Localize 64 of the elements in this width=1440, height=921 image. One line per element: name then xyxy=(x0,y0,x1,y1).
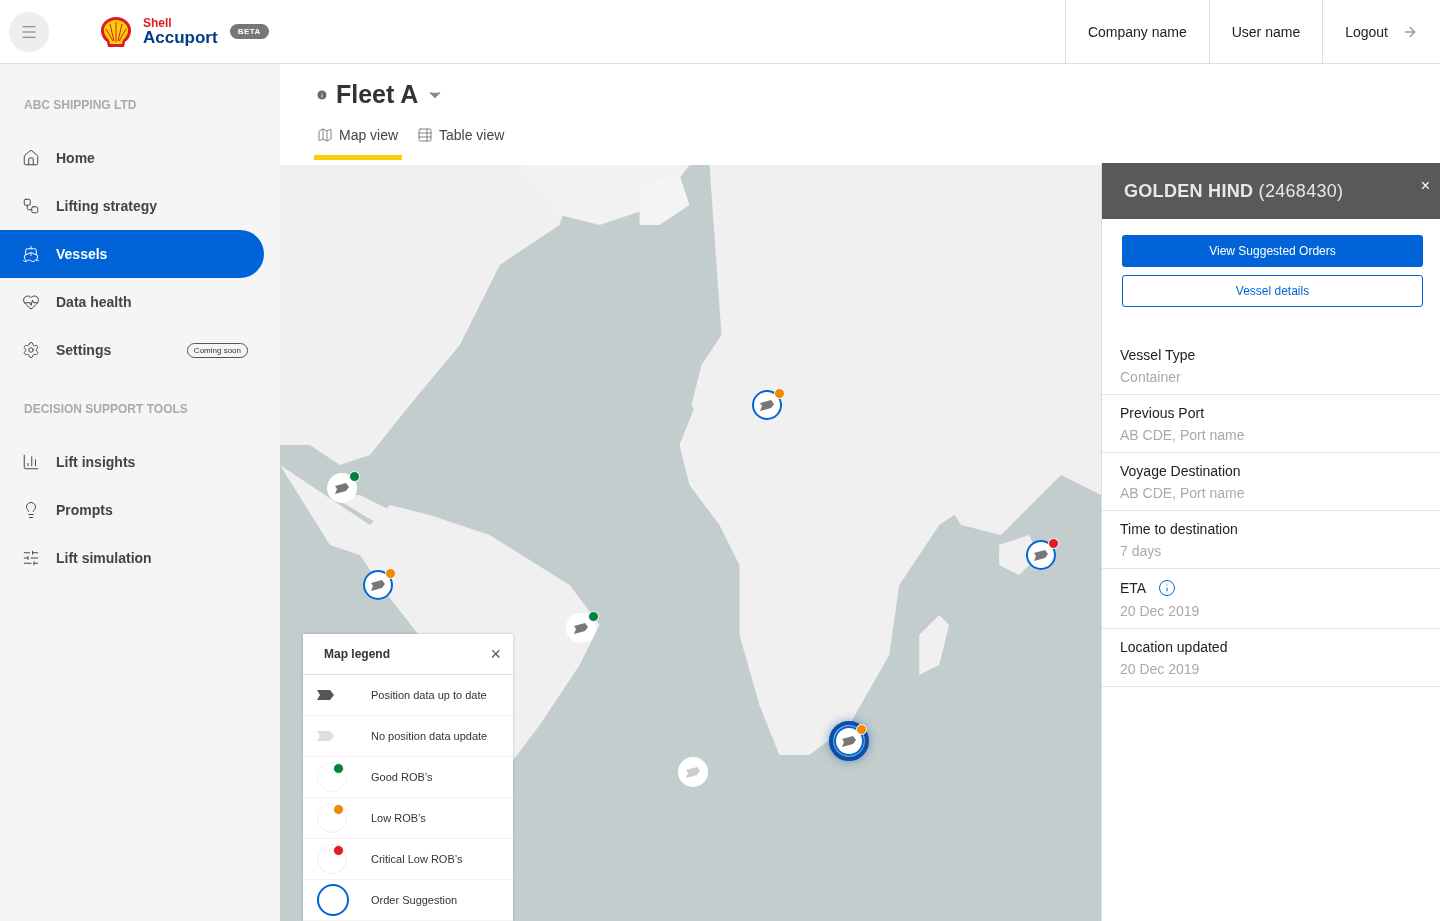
vessel-icon xyxy=(685,765,701,779)
table-icon xyxy=(417,127,433,143)
logo-brand: Shell xyxy=(143,17,173,29)
close-button[interactable]: × xyxy=(490,645,501,663)
nav-icon xyxy=(22,341,40,359)
vessel-title: GOLDEN HIND (2468430) xyxy=(1124,180,1344,202)
beta-badge: BETA xyxy=(229,24,269,39)
fleet-title: Fleet A xyxy=(336,80,419,109)
section-title: ABC SHIPPING LTD xyxy=(23,97,138,114)
close-button[interactable]: × xyxy=(1420,177,1430,195)
vessel-icon xyxy=(841,734,857,748)
sidebar-item[interactable]: Lifting strategy xyxy=(0,182,264,230)
field-label: Vessel Type xyxy=(1120,347,1196,363)
view-tab[interactable]: Table view xyxy=(414,123,508,160)
legend-label: Order Suggestion xyxy=(371,894,458,906)
info-icon[interactable] xyxy=(1158,579,1177,597)
vessel-icon xyxy=(370,578,386,592)
header-link[interactable]: User name xyxy=(1208,0,1323,63)
ring-icon xyxy=(317,884,349,916)
legend-title: Map legend xyxy=(324,647,390,661)
sidebar-item[interactable]: Settings Coming soon xyxy=(0,326,264,374)
vessel-icon xyxy=(573,621,589,635)
suggested-orders-button[interactable]: View Suggested Orders xyxy=(1122,235,1423,267)
field-label: ETA xyxy=(1120,580,1147,596)
sidebar-item[interactable]: Lift insights xyxy=(0,438,264,486)
nav-icon xyxy=(22,549,40,567)
field-label: Voyage Destination xyxy=(1120,463,1241,479)
legend-label: Position data up to date xyxy=(371,689,487,701)
view-tab[interactable]: Map view xyxy=(314,123,402,160)
nav-icon xyxy=(22,197,40,215)
legend-label: Critical Low ROB’s xyxy=(371,853,463,865)
shell-logo-icon xyxy=(99,15,133,48)
legend-label: Low ROB’s xyxy=(371,812,426,824)
sidebar-item[interactable]: Lift simulation xyxy=(0,534,264,582)
field-label: Previous Port xyxy=(1120,405,1205,421)
field-label: Time to destination xyxy=(1120,521,1238,537)
field-value: 20 Dec 2019 xyxy=(1120,603,1201,619)
nav-icon xyxy=(22,293,40,311)
sidebar-item[interactable]: Home xyxy=(0,134,264,182)
header-link[interactable]: Company name xyxy=(1064,0,1209,63)
field-label: Location updated xyxy=(1120,639,1228,655)
logo-product: Accuport xyxy=(143,29,218,46)
vessel-icon xyxy=(759,398,775,412)
sidebar-item[interactable]: Prompts xyxy=(0,486,264,534)
nav-icon xyxy=(22,245,40,263)
vessel-details-button[interactable]: Vessel details xyxy=(1122,275,1423,307)
info-icon xyxy=(316,88,328,101)
vessel-icon xyxy=(1033,548,1049,562)
map-icon xyxy=(317,127,333,143)
vessel-icon xyxy=(317,689,335,701)
logout-link[interactable]: Logout xyxy=(1322,0,1440,63)
nav-icon xyxy=(22,149,40,167)
vessel-icon xyxy=(317,730,335,742)
legend-label: Good ROB’s xyxy=(371,771,433,783)
sidebar-item[interactable]: Vessels xyxy=(0,230,264,278)
field-value: Container xyxy=(1120,369,1182,385)
legend-label: No position data update xyxy=(371,730,488,742)
field-value: 20 Dec 2019 xyxy=(1120,661,1201,677)
section-title: DECISION SUPPORT TOOLS xyxy=(23,401,189,418)
field-value: 7 days xyxy=(1120,543,1163,559)
sidebar-item[interactable]: Data health xyxy=(0,278,264,326)
field-value: AB CDE, Port name xyxy=(1120,427,1246,443)
nav-icon xyxy=(22,453,40,471)
field-value: AB CDE, Port name xyxy=(1120,485,1246,501)
